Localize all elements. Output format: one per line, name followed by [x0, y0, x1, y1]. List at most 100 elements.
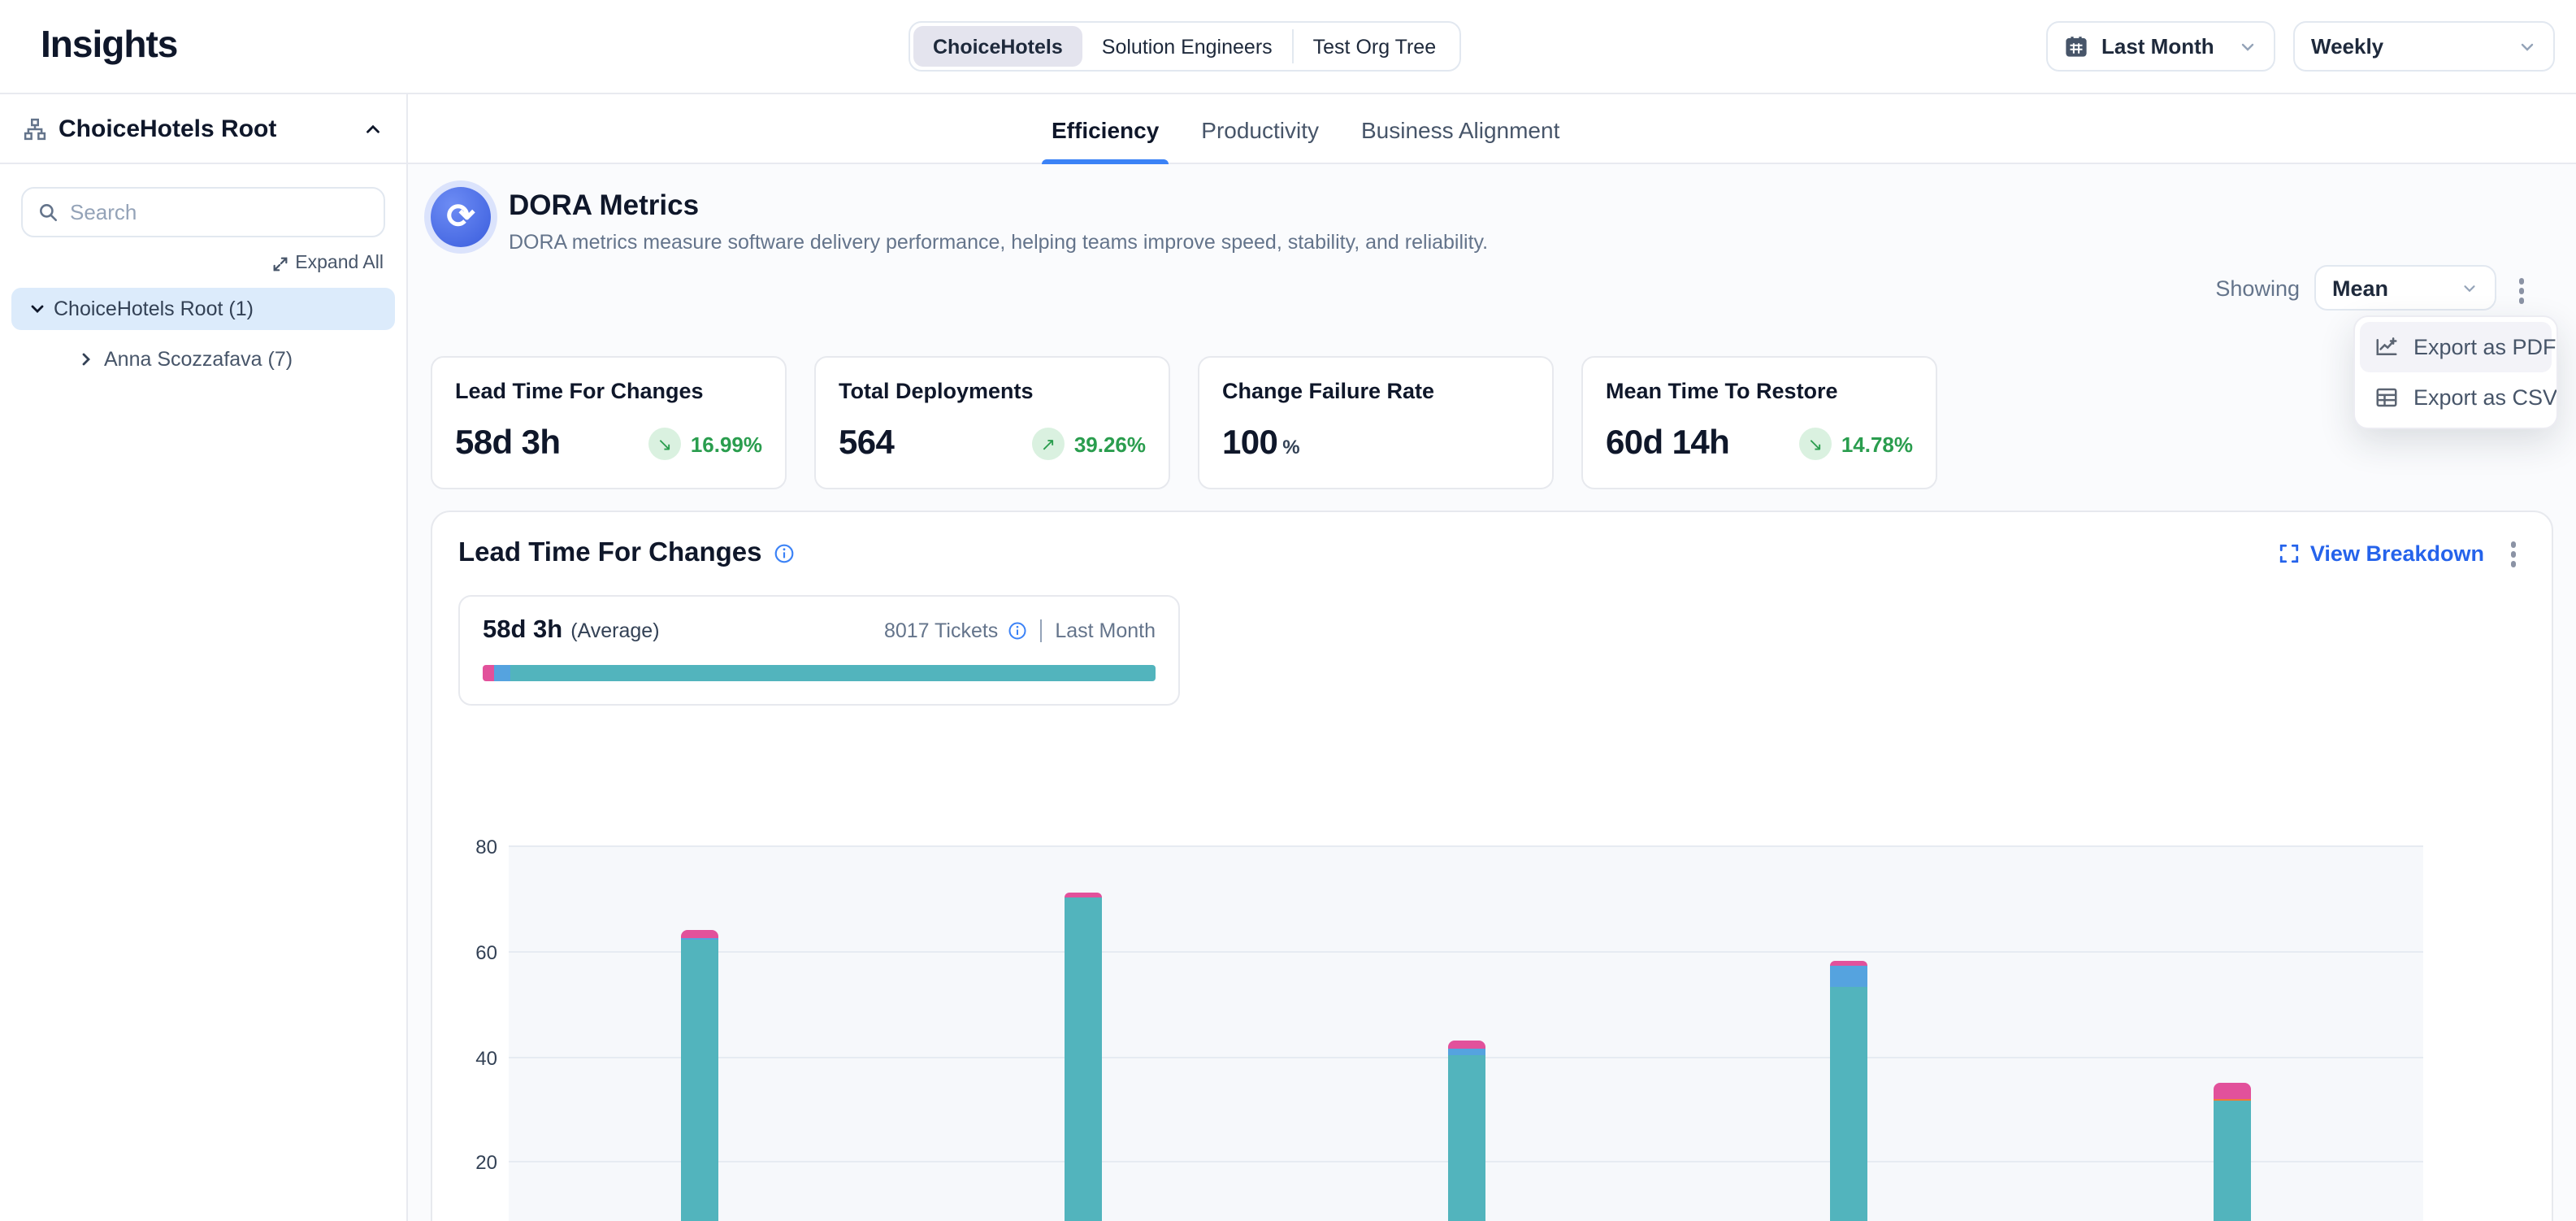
metric-card-value: 58d 3h: [455, 424, 560, 463]
trend-change-value: 14.78%: [1841, 432, 1913, 456]
menu-item-label: Export as PDF: [2413, 335, 2556, 359]
org-tab-choicehotels[interactable]: ChoiceHotels: [913, 26, 1082, 67]
info-icon[interactable]: [1008, 620, 1027, 640]
bar-segment-deployment: [2213, 1101, 2250, 1221]
summary-period: Last Month: [1055, 619, 1156, 641]
main-tabs: Efficiency Productivity Business Alignment: [1048, 94, 1563, 164]
stacked-bar-3[interactable]: [1447, 1041, 1485, 1221]
showing-select-value: Mean: [2332, 276, 2388, 300]
trend-change-value: 16.99%: [691, 432, 762, 456]
menu-item-export-as-pdf[interactable]: Export as PDF: [2360, 322, 2552, 372]
metric-card-lead-time-for-changes: Lead Time For Changes 58d 3h ↘16.99%: [431, 356, 787, 489]
org-tree-sidebar: ChoiceHotels Root Expand All: [0, 94, 408, 1221]
tree-item-root[interactable]: ChoiceHotels Root (1): [11, 288, 395, 330]
bar-segment-deployment: [1447, 1056, 1485, 1221]
org-tab-solution-engineers[interactable]: Solution Engineers: [1082, 26, 1292, 67]
dora-subtitle: DORA metrics measure software delivery p…: [509, 231, 1488, 254]
progress-segment-review: [495, 664, 510, 680]
search-icon: [37, 202, 59, 223]
period-select[interactable]: Last Month: [2046, 21, 2275, 72]
tab-strip: Efficiency Productivity Business Alignment: [408, 94, 2576, 164]
tab-efficiency[interactable]: Efficiency: [1048, 94, 1162, 164]
stacked-bar-5[interactable]: [2213, 1083, 2250, 1221]
panel-title: Lead Time For Changes: [458, 539, 762, 570]
granularity-select[interactable]: Weekly: [2293, 21, 2555, 72]
chevron-up-icon[interactable]: [362, 118, 384, 139]
search-input[interactable]: [70, 200, 369, 224]
bar-segment-planning: [1447, 1041, 1485, 1049]
bar-segment-deployment: [1830, 988, 1867, 1221]
bar-segment-planning: [1065, 892, 1102, 898]
dora-title: DORA Metrics: [509, 189, 1488, 223]
org-segmented-control: ChoiceHotelsSolution EngineersTest Org T…: [909, 21, 1460, 72]
dora-header: ⟳ DORA Metrics DORA metrics measure soft…: [431, 187, 1488, 254]
period-select-value: Last Month: [2101, 34, 2214, 59]
chart-export-icon: [2374, 335, 2399, 359]
chevron-down-icon: [2461, 279, 2478, 297]
y-axis-tick-label: 60: [458, 941, 497, 964]
insights-dashboard: Insights ChoiceHotelsSolution EngineersT…: [0, 0, 2576, 1221]
tree-item-child[interactable]: Anna Scozzafava (7): [0, 338, 406, 380]
metric-card-title: Change Failure Rate: [1222, 379, 1529, 403]
stacked-bar-1[interactable]: [682, 931, 719, 1221]
view-breakdown-label: View Breakdown: [2310, 542, 2484, 567]
chart-plot-area: [509, 847, 2423, 1221]
view-breakdown-button[interactable]: View Breakdown: [2279, 542, 2484, 567]
phase-progress-bar: [483, 664, 1156, 680]
metric-card-value: 100%: [1222, 424, 1299, 463]
lead-time-summary-card: 58d 3h (Average) 8017 Tickets Last Month: [458, 594, 1180, 705]
top-bar: Insights ChoiceHotelsSolution EngineersT…: [0, 0, 2576, 94]
calendar-icon: [2064, 34, 2088, 59]
tab-productivity[interactable]: Productivity: [1198, 94, 1322, 164]
metric-card-value: 60d 14h: [1606, 424, 1729, 463]
tree-item-label: Anna Scozzafava (7): [104, 348, 293, 371]
metric-card-change-failure-rate: Change Failure Rate 100%: [1198, 356, 1554, 489]
dora-kebab-menu-button[interactable]: [2509, 272, 2534, 310]
org-tab-test-org-tree[interactable]: Test Org Tree: [1294, 26, 1455, 67]
org-tree: ChoiceHotels Root (1) Anna Scozzafava (7…: [0, 288, 406, 380]
progress-segment-planning: [483, 664, 495, 680]
org-hierarchy-icon: [23, 116, 47, 141]
chevron-down-icon[interactable]: [21, 299, 54, 319]
trend-up-icon: ↗: [1032, 428, 1065, 460]
bar-segment-deployment: [1065, 898, 1102, 1221]
sidebar-header[interactable]: ChoiceHotels Root: [0, 94, 406, 164]
metric-cards-row: Lead Time For Changes58d 3h↘16.99%Total …: [431, 356, 1937, 489]
info-icon[interactable]: [774, 544, 795, 565]
menu-item-export-as-csv[interactable]: Export as CSV: [2360, 372, 2552, 423]
trend-down-icon: ↘: [1799, 428, 1832, 460]
dora-sprint-icon: ⟳: [431, 187, 491, 247]
trend-change-value: 39.26%: [1074, 432, 1146, 456]
bar-segment-deployment: [682, 941, 719, 1221]
y-axis-tick-label: 40: [458, 1046, 497, 1069]
chevron-down-icon: [2238, 37, 2257, 56]
bar-segment-planning: [682, 931, 719, 937]
trend-badge: ↗ 39.26%: [1032, 428, 1146, 460]
metric-card-total-deployments: Total Deployments564↗39.26%: [814, 356, 1170, 489]
metric-card-title: Total Deployments: [839, 379, 1146, 403]
export-menu: Export as PDFExport as CSV: [2353, 315, 2558, 429]
main-area: Efficiency Productivity Business Alignment…: [408, 94, 2576, 1221]
page-title: Insights: [41, 23, 177, 67]
stacked-bar-2[interactable]: [1065, 892, 1102, 1221]
lead-time-panel: Lead Time For Changes View: [431, 511, 2553, 1221]
bar-segment-review: [1447, 1049, 1485, 1056]
table-icon: [2374, 385, 2399, 410]
sidebar-root-label: ChoiceHotels Root: [59, 115, 276, 142]
chevron-right-icon[interactable]: [72, 350, 101, 369]
sidebar-search[interactable]: [21, 187, 385, 237]
trend-badge: ↘16.99%: [648, 428, 762, 460]
expand-icon: [271, 254, 288, 272]
tab-business-alignment[interactable]: Business Alignment: [1358, 94, 1563, 164]
content-area: ⟳ DORA Metrics DORA metrics measure soft…: [408, 164, 2576, 1221]
metric-card-mean-time-to-restore: Mean Time To Restore60d 14h↘14.78%: [1581, 356, 1937, 489]
stacked-bar-4[interactable]: [1830, 961, 1867, 1221]
expand-all-button[interactable]: Expand All: [0, 254, 384, 273]
summary-value: 58d 3h: [483, 615, 562, 645]
showing-select[interactable]: Mean: [2314, 265, 2496, 311]
chevron-down-icon: [2517, 37, 2537, 56]
panel-kebab-menu-button[interactable]: [2500, 535, 2526, 573]
metric-card-unit: %: [1282, 436, 1299, 458]
metric-card-title: Lead Time For Changes: [455, 379, 762, 403]
granularity-select-value: Weekly: [2311, 34, 2383, 59]
